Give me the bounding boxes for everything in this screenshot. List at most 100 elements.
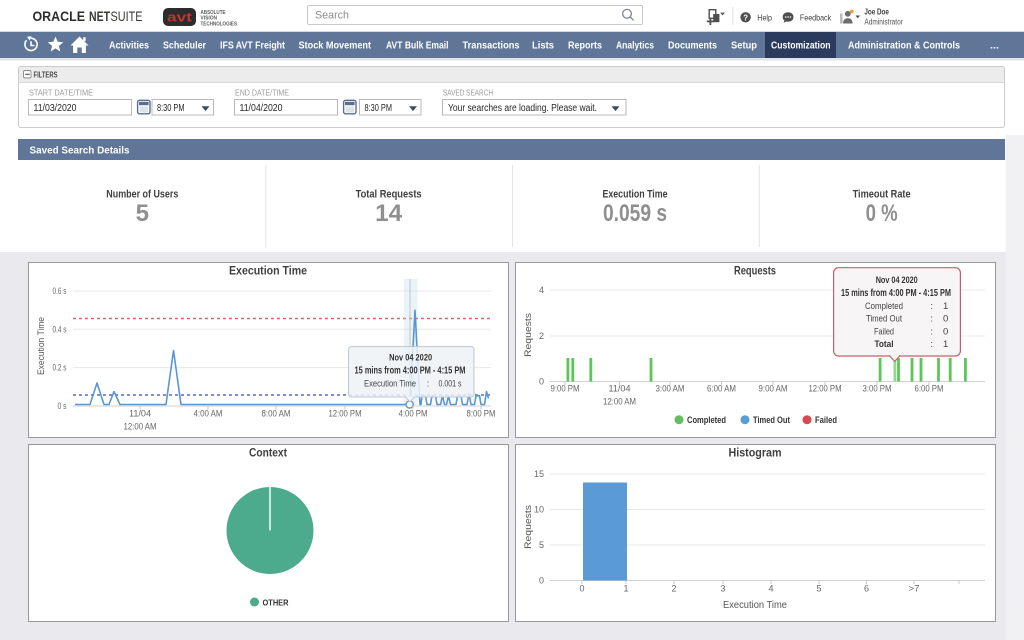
svg-text:Execution Time: Execution Time bbox=[723, 600, 787, 611]
svg-text:0: 0 bbox=[539, 576, 544, 586]
svg-text:Search: Search bbox=[315, 10, 349, 22]
svg-text:Total Requests: Total Requests bbox=[356, 189, 422, 201]
svg-text:Analytics: Analytics bbox=[616, 40, 654, 52]
svg-text:Failed: Failed bbox=[815, 415, 837, 426]
svg-text:0: 0 bbox=[579, 584, 584, 594]
svg-text:2: 2 bbox=[539, 331, 544, 341]
svg-text:Stock Movement: Stock Movement bbox=[299, 40, 372, 52]
svg-text:Requests: Requests bbox=[734, 264, 776, 278]
svg-text:Timeout Rate: Timeout Rate bbox=[853, 189, 911, 201]
svg-text:15: 15 bbox=[534, 469, 544, 479]
svg-text:1: 1 bbox=[623, 584, 628, 594]
svg-text:10: 10 bbox=[534, 505, 544, 515]
svg-text::: : bbox=[930, 339, 933, 350]
svg-text:0.001 s: 0.001 s bbox=[439, 379, 462, 390]
svg-text:NET: NET bbox=[89, 9, 111, 24]
svg-text:END DATE/TIME: END DATE/TIME bbox=[235, 89, 289, 98]
svg-text:11/04/2020: 11/04/2020 bbox=[240, 103, 283, 114]
svg-text:4:00 AM: 4:00 AM bbox=[194, 409, 223, 419]
svg-text:Execution Time: Execution Time bbox=[36, 317, 47, 375]
svg-text:Scheduler: Scheduler bbox=[163, 40, 206, 52]
svg-text:0.2 s: 0.2 s bbox=[53, 363, 67, 373]
svg-text:Requests: Requests bbox=[523, 505, 534, 549]
svg-text:11/03/2020: 11/03/2020 bbox=[34, 103, 77, 114]
svg-text:6:00 AM: 6:00 AM bbox=[707, 384, 736, 394]
svg-text::: : bbox=[427, 379, 430, 390]
svg-text:SUITE: SUITE bbox=[111, 9, 143, 24]
svg-text:Help: Help bbox=[757, 12, 772, 22]
svg-text:Execution Time: Execution Time bbox=[229, 264, 307, 278]
svg-text:0 s: 0 s bbox=[58, 401, 67, 411]
svg-text:Documents: Documents bbox=[668, 40, 717, 52]
svg-text:4: 4 bbox=[768, 584, 773, 594]
svg-text:3:00 PM: 3:00 PM bbox=[863, 384, 892, 394]
svg-text:Total: Total bbox=[875, 339, 894, 350]
svg-text:>7: >7 bbox=[909, 584, 920, 594]
svg-text:FILTERS: FILTERS bbox=[34, 71, 58, 80]
svg-text:Nov 04 2020: Nov 04 2020 bbox=[876, 275, 918, 286]
svg-text:8:30 PM: 8:30 PM bbox=[365, 103, 393, 114]
svg-text:Saved Search Details: Saved Search Details bbox=[30, 145, 130, 157]
svg-text:Setup: Setup bbox=[731, 40, 757, 52]
svg-text:0: 0 bbox=[943, 326, 948, 337]
svg-text:15 mins from 4:00 PM - 4:15 PM: 15 mins from 4:00 PM - 4:15 PM bbox=[355, 366, 466, 377]
svg-text:12:00 AM: 12:00 AM bbox=[124, 422, 157, 432]
svg-text:Administration & Controls: Administration & Controls bbox=[848, 40, 960, 52]
svg-text:4:00 PM: 4:00 PM bbox=[399, 409, 428, 419]
svg-text::: : bbox=[930, 314, 933, 325]
svg-text:Number of Users: Number of Users bbox=[106, 189, 178, 201]
svg-text:Nov 04 2020: Nov 04 2020 bbox=[389, 353, 432, 364]
svg-text:5: 5 bbox=[816, 584, 821, 594]
svg-text:Context: Context bbox=[249, 446, 287, 460]
svg-text:3:00 AM: 3:00 AM bbox=[656, 384, 685, 394]
svg-text:Reports: Reports bbox=[568, 40, 602, 52]
svg-text::: : bbox=[930, 301, 933, 312]
svg-text:OTHER: OTHER bbox=[263, 598, 289, 608]
svg-text:TECHNOLOGIES: TECHNOLOGIES bbox=[201, 21, 238, 27]
svg-text:4: 4 bbox=[539, 285, 544, 295]
svg-text:8:30 PM: 8:30 PM bbox=[157, 103, 185, 114]
svg-text:0: 0 bbox=[943, 314, 948, 325]
svg-text:?: ? bbox=[743, 13, 748, 22]
svg-text:Failed: Failed bbox=[874, 326, 894, 337]
svg-text:Joe Doe: Joe Doe bbox=[864, 7, 889, 17]
svg-text:11/04: 11/04 bbox=[129, 409, 151, 419]
svg-text:AVT Bulk Email: AVT Bulk Email bbox=[386, 40, 449, 52]
svg-text:Execution Time: Execution Time bbox=[364, 379, 416, 390]
svg-text:Timed Out: Timed Out bbox=[753, 415, 791, 426]
svg-text:Histogram: Histogram bbox=[729, 446, 782, 460]
svg-text:12:00 PM: 12:00 PM bbox=[809, 384, 842, 394]
svg-text:11/04: 11/04 bbox=[609, 384, 631, 394]
svg-text:0.4 s: 0.4 s bbox=[53, 324, 67, 334]
svg-text:Customization: Customization bbox=[771, 40, 831, 52]
svg-text::: : bbox=[930, 326, 933, 337]
svg-text:8:00 PM: 8:00 PM bbox=[467, 409, 496, 419]
svg-text:START DATE/TIME: START DATE/TIME bbox=[29, 89, 93, 98]
svg-text:2: 2 bbox=[671, 584, 676, 594]
svg-text:1: 1 bbox=[943, 339, 948, 350]
svg-text:avt: avt bbox=[167, 11, 193, 25]
svg-text:1: 1 bbox=[943, 301, 948, 312]
svg-text:15 mins from 4:00 PM - 4:15 PM: 15 mins from 4:00 PM - 4:15 PM bbox=[841, 288, 951, 299]
svg-text:5: 5 bbox=[539, 540, 544, 550]
svg-text:0.059 s: 0.059 s bbox=[603, 200, 667, 227]
svg-text:Execution Time: Execution Time bbox=[603, 189, 668, 201]
svg-text:12:00 AM: 12:00 AM bbox=[603, 397, 636, 407]
svg-text:8:00 AM: 8:00 AM bbox=[262, 409, 291, 419]
svg-text:Your searches are loading. Ple: Your searches are loading. Please wait. bbox=[448, 103, 597, 114]
svg-text:ORACLE: ORACLE bbox=[33, 9, 86, 24]
svg-text:6:00 PM: 6:00 PM bbox=[915, 384, 944, 394]
svg-text:5: 5 bbox=[136, 200, 149, 227]
svg-text:3: 3 bbox=[720, 584, 725, 594]
svg-text:Requests: Requests bbox=[523, 313, 534, 357]
svg-text:9:00 PM: 9:00 PM bbox=[551, 384, 580, 394]
svg-text:...: ... bbox=[990, 40, 999, 52]
svg-text:0 %: 0 % bbox=[866, 200, 898, 227]
svg-text:Administrator: Administrator bbox=[864, 18, 903, 27]
svg-text:14: 14 bbox=[375, 200, 403, 227]
svg-text:Feedback: Feedback bbox=[800, 12, 832, 22]
svg-text:Completed: Completed bbox=[865, 301, 903, 312]
svg-text:12:00 PM: 12:00 PM bbox=[329, 409, 362, 419]
svg-text:6: 6 bbox=[864, 584, 869, 594]
svg-text:Completed: Completed bbox=[687, 415, 726, 426]
